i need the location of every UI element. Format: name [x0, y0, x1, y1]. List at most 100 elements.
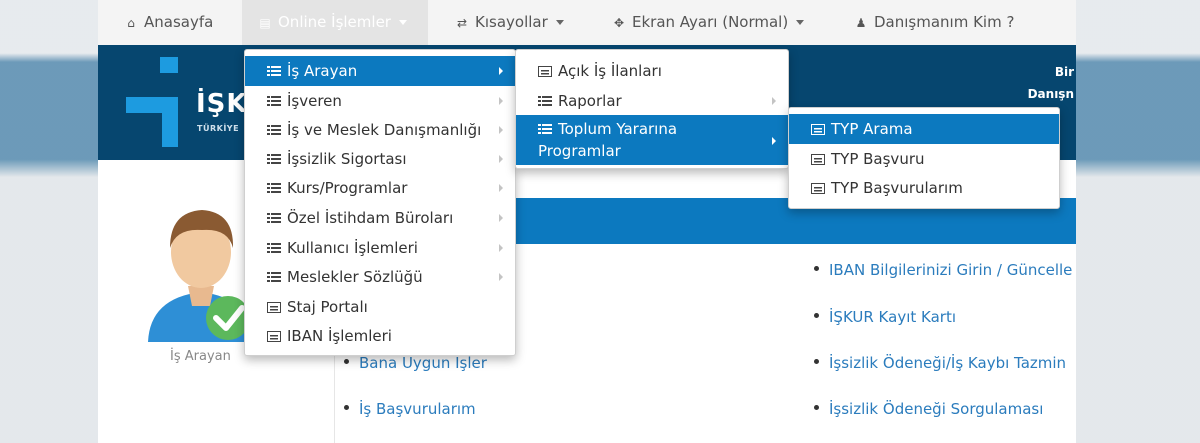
nav-home[interactable]: ⌂ Anasayfa: [124, 0, 213, 45]
menu-item-issizlik-sigortasi[interactable]: İşsizlik Sigortası: [245, 144, 515, 174]
list-icon: [267, 154, 281, 165]
link-odenek-sorgulama[interactable]: İşsizlik Ödeneği Sorgulaması: [814, 400, 1043, 418]
menu-item-label: Kullanıcı İşlemleri: [287, 239, 418, 257]
menu-item-meslekler-sozlugu[interactable]: Meslekler Sözlüğü: [245, 262, 515, 292]
nav-screen-setting[interactable]: ✥ Ekran Ayarı (Normal): [612, 0, 805, 45]
link-issizlik-odenegi[interactable]: İşsizlik Ödeneği/İş Kaybı Tazmin: [814, 354, 1066, 372]
window-icon: [267, 302, 281, 313]
menu-item-label: Raporlar: [558, 92, 622, 110]
bullet-icon: [344, 359, 349, 364]
chevron-right-icon: [499, 214, 503, 222]
chevron-right-icon: [499, 155, 503, 163]
list-icon: [267, 125, 281, 136]
list-icon: [267, 66, 281, 77]
window-icon: [811, 124, 825, 135]
nav-shortcuts[interactable]: ⇄ Kısayollar: [455, 0, 564, 45]
chevron-right-icon: [499, 67, 503, 75]
menu-item-label: Meslekler Sözlüğü: [287, 268, 423, 286]
home-icon: ⌂: [127, 16, 135, 30]
nav-advisor[interactable]: ♟ Danışmanım Kim ?: [854, 0, 1015, 45]
bullet-icon: [814, 359, 819, 364]
is-arayan-submenu: Açık İş İlanları Raporlar Toplum Yararın…: [515, 49, 789, 169]
link-label: IBAN Bilgilerinizi Girin / Güncelle: [829, 261, 1073, 279]
bullet-icon: [814, 405, 819, 410]
menu-item-label: IBAN İşlemleri: [287, 327, 392, 345]
chevron-right-icon: [499, 97, 503, 105]
expand-icon: ✥: [613, 16, 625, 30]
chevron-right-icon: [499, 273, 503, 281]
online-islemler-menu: İş Arayan İşveren İş ve Meslek Danışmanl…: [244, 49, 516, 356]
menu-item-label: Kurs/Programlar: [287, 179, 408, 197]
menu-item-raporlar[interactable]: Raporlar: [516, 86, 788, 116]
chevron-down-icon: [398, 20, 407, 25]
shuffle-icon: ⇄: [456, 16, 468, 30]
nav-online-label: Online İşlemler: [278, 13, 391, 31]
link-iban[interactable]: IBAN Bilgilerinizi Girin / Güncelle: [814, 261, 1072, 279]
bullet-icon: [344, 405, 349, 410]
menu-item-iban-islemleri[interactable]: IBAN İşlemleri: [245, 321, 515, 351]
chevron-right-icon: [772, 97, 776, 105]
menu-item-is-ve-meslek[interactable]: İş ve Meslek Danışmanlığı: [245, 115, 515, 145]
logo-subtitle: TÜRKİYE: [197, 124, 240, 133]
menu-item-label: Özel İstihdam Büroları: [287, 209, 454, 227]
chevron-down-icon: [796, 20, 805, 25]
menu-item-label: TYP Arama: [831, 120, 913, 138]
menu-item-label: İş ve Meslek Danışmanlığı: [287, 121, 482, 139]
menu-item-staj-portali[interactable]: Staj Portalı: [245, 292, 515, 322]
user-icon: ♟: [855, 16, 867, 30]
menu-item-acik-is-ilanlari[interactable]: Açık İş İlanları: [516, 56, 788, 86]
link-bana-uygun-isler[interactable]: Bana Uygun İşler: [344, 354, 487, 372]
chevron-down-icon: [555, 20, 564, 25]
logo-text: İŞK: [196, 89, 248, 119]
list-icon: [538, 124, 552, 135]
list-icon: [267, 183, 281, 194]
blurred-right-margin: [1076, 0, 1200, 443]
link-label: İşsizlik Ödeneği Sorgulaması: [829, 400, 1044, 418]
menu-item-typ-basvurularim[interactable]: TYP Başvurularım: [789, 173, 1059, 203]
menu-item-typ-basvuru[interactable]: TYP Başvuru: [789, 144, 1059, 174]
link-label: İşsizlik Ödeneği/İş Kaybı Tazmin: [829, 354, 1067, 372]
header-right-line1: Bir: [1054, 65, 1074, 79]
header-right-line2: Danışn: [1027, 87, 1074, 101]
menu-item-typ-arama[interactable]: TYP Arama: [789, 114, 1059, 144]
menu-item-ozel-istihdam[interactable]: Özel İstihdam Büroları: [245, 203, 515, 233]
link-is-basvurularim[interactable]: İş Başvurularım: [344, 400, 476, 418]
link-label: İş Başvurularım: [359, 400, 476, 418]
menu-item-label: TYP Başvuru: [831, 150, 925, 168]
menu-item-label: Staj Portalı: [287, 298, 368, 316]
link-label: Bana Uygun İşler: [359, 354, 487, 372]
menu-item-kurs-programlar[interactable]: Kurs/Programlar: [245, 173, 515, 203]
menu-item-isveren[interactable]: İşveren: [245, 86, 515, 116]
nav-screen-label: Ekran Ayarı (Normal): [632, 13, 789, 31]
menu-item-is-arayan[interactable]: İş Arayan: [245, 56, 515, 86]
nav-online-islemler[interactable]: ▤ Online İşlemler: [242, 0, 428, 45]
top-navbar: ⌂ Anasayfa ▤ Online İşlemler ⇄ Kısayollar ✥…: [98, 0, 1076, 46]
menu-item-label-line1: Toplum Yararına: [558, 120, 678, 138]
nav-home-label: Anasayfa: [144, 13, 214, 31]
list-icon: [267, 213, 281, 224]
menu-item-toplum-yararina[interactable]: Toplum Yararına Programlar: [516, 115, 788, 165]
window-icon: [267, 331, 281, 342]
list-icon: ▤: [259, 16, 271, 30]
page-frame: ⌂ Anasayfa ▤ Online İşlemler ⇄ Kısayollar ✥…: [98, 0, 1076, 443]
list-icon: [267, 243, 281, 254]
menu-item-label: TYP Başvurularım: [831, 179, 963, 197]
nav-advisor-label: Danışmanım Kim ?: [874, 13, 1015, 31]
chevron-right-icon: [499, 126, 503, 134]
menu-item-label: Açık İş İlanları: [558, 62, 662, 80]
bullet-icon: [814, 266, 819, 271]
bullet-icon: [814, 313, 819, 318]
blurred-left-margin: [0, 0, 98, 443]
menu-item-label: İş Arayan: [287, 62, 358, 80]
chevron-right-icon: [499, 184, 503, 192]
link-label: İŞKUR Kayıt Kartı: [829, 308, 956, 326]
window-icon: [538, 66, 552, 77]
iskur-logo-icon: [126, 57, 178, 147]
typ-submenu: TYP Arama TYP Başvuru TYP Başvurularım: [788, 107, 1060, 209]
link-kayit-karti[interactable]: İŞKUR Kayıt Kartı: [814, 308, 956, 326]
list-icon: [267, 96, 281, 107]
chevron-right-icon: [499, 244, 503, 252]
menu-item-label: İşsizlik Sigortası: [287, 150, 407, 168]
profile-label: İş Arayan: [170, 349, 231, 364]
menu-item-kullanici-islemleri[interactable]: Kullanıcı İşlemleri: [245, 233, 515, 263]
